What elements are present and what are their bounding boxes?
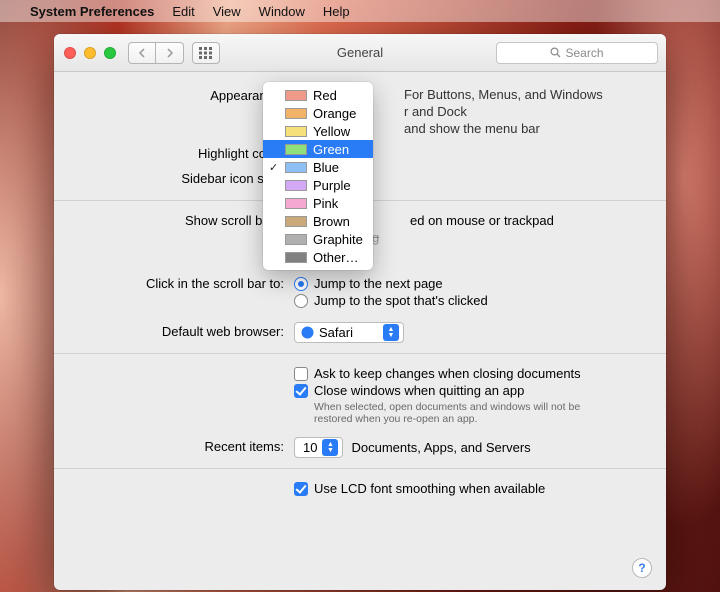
app-menu[interactable]: System Preferences: [30, 4, 154, 19]
updown-icon: ▲▼: [383, 324, 399, 341]
search-placeholder: Search: [565, 46, 603, 60]
highlight-option-label: Red: [313, 88, 337, 103]
color-swatch: [285, 126, 307, 137]
highlight-option-brown[interactable]: Brown: [263, 212, 373, 230]
highlight-option-graphite[interactable]: Graphite: [263, 230, 373, 248]
safari-icon: [301, 326, 314, 339]
close-icon[interactable]: [64, 47, 76, 59]
highlight-label: Highlight color:: [74, 144, 294, 161]
highlight-option-orange[interactable]: Orange: [263, 104, 373, 122]
color-swatch: [285, 234, 307, 245]
updown-icon: ▲▼: [322, 439, 338, 456]
appearance-label: Appearance:: [74, 86, 294, 103]
scroll-click-spot-radio[interactable]: [294, 294, 308, 308]
highlight-option-pink[interactable]: Pink: [263, 194, 373, 212]
titlebar: General Search: [54, 34, 666, 72]
recent-items-value: 10: [303, 440, 317, 455]
ask-keep-changes-label: Ask to keep changes when closing documen…: [314, 366, 581, 381]
lcd-smoothing-checkbox[interactable]: [294, 482, 308, 496]
show-all-button[interactable]: [192, 42, 220, 64]
sidebar-icon-size-label: Sidebar icon size:: [74, 169, 294, 186]
recent-items-suffix: Documents, Apps, and Servers: [351, 440, 530, 455]
menu-view[interactable]: View: [213, 4, 241, 19]
color-swatch: [285, 108, 307, 119]
zoom-icon[interactable]: [104, 47, 116, 59]
highlight-option-label: Orange: [313, 106, 356, 121]
recent-items-label: Recent items:: [74, 437, 294, 454]
highlight-option-label: Yellow: [313, 124, 350, 139]
recent-items-popup[interactable]: 10 ▲▼: [294, 437, 343, 458]
scroll-click-spot: Jump to the spot that's clicked: [314, 293, 488, 308]
menubar: System Preferences Edit View Window Help: [0, 0, 720, 22]
default-browser-popup[interactable]: Safari ▲▼: [294, 322, 404, 343]
window-controls: [64, 47, 116, 59]
menu-edit[interactable]: Edit: [172, 4, 194, 19]
close-windows-checkbox[interactable]: [294, 384, 308, 398]
color-swatch: [285, 180, 307, 191]
default-browser-label: Default web browser:: [74, 322, 294, 339]
scroll-bars-label: Show scroll bars:: [74, 211, 294, 228]
highlight-option-label: Pink: [313, 196, 338, 211]
close-windows-note: When selected, open documents and window…: [314, 401, 614, 425]
highlight-color-menu[interactable]: Red Orange Yellow Green ✓ Blue Purple Pink Brown…: [263, 82, 373, 270]
highlight-option-other[interactable]: Other…: [263, 248, 373, 266]
menu-help[interactable]: Help: [323, 4, 350, 19]
color-swatch: [285, 252, 307, 263]
scroll-click-next-page: Jump to the next page: [314, 276, 443, 291]
color-swatch: [285, 198, 307, 209]
highlight-option-label: Blue: [313, 160, 339, 175]
highlight-option-label: Green: [313, 142, 349, 157]
appearance-line3: and show the menu bar: [404, 121, 646, 136]
highlight-option-purple[interactable]: Purple: [263, 176, 373, 194]
search-input[interactable]: Search: [496, 42, 658, 64]
highlight-option-label: Brown: [313, 214, 350, 229]
scroll-click-next-page-radio[interactable]: [294, 277, 308, 291]
back-button[interactable]: [128, 42, 156, 64]
nav-buttons: [128, 42, 184, 64]
divider: [54, 468, 666, 469]
scroll-click-label: Click in the scroll bar to:: [74, 274, 294, 291]
ask-keep-changes-checkbox[interactable]: [294, 367, 308, 381]
highlight-option-yellow[interactable]: Yellow: [263, 122, 373, 140]
help-button[interactable]: ?: [632, 558, 652, 578]
appearance-description: For Buttons, Menus, and Windows: [404, 87, 646, 102]
minimize-icon[interactable]: [84, 47, 96, 59]
default-browser-value: Safari: [319, 325, 353, 340]
color-swatch: [285, 216, 307, 227]
color-swatch: [285, 90, 307, 101]
close-windows-label: Close windows when quitting an app: [314, 383, 524, 398]
menu-window[interactable]: Window: [259, 4, 305, 19]
checkmark-icon: ✓: [269, 161, 278, 174]
highlight-option-green[interactable]: Green: [263, 140, 373, 158]
color-swatch: [285, 162, 307, 173]
lcd-smoothing-label: Use LCD font smoothing when available: [314, 481, 545, 496]
highlight-option-label: Other…: [313, 250, 359, 265]
highlight-option-red[interactable]: Red: [263, 86, 373, 104]
divider: [54, 353, 666, 354]
scroll-opt-automatic-tail: ed on mouse or trackpad: [410, 213, 554, 228]
forward-button[interactable]: [156, 42, 184, 64]
color-swatch: [285, 144, 307, 155]
highlight-option-label: Graphite: [313, 232, 363, 247]
search-icon: [550, 47, 561, 58]
highlight-option-label: Purple: [313, 178, 351, 193]
appearance-line2: r and Dock: [404, 104, 646, 119]
highlight-option-blue[interactable]: ✓ Blue: [263, 158, 373, 176]
